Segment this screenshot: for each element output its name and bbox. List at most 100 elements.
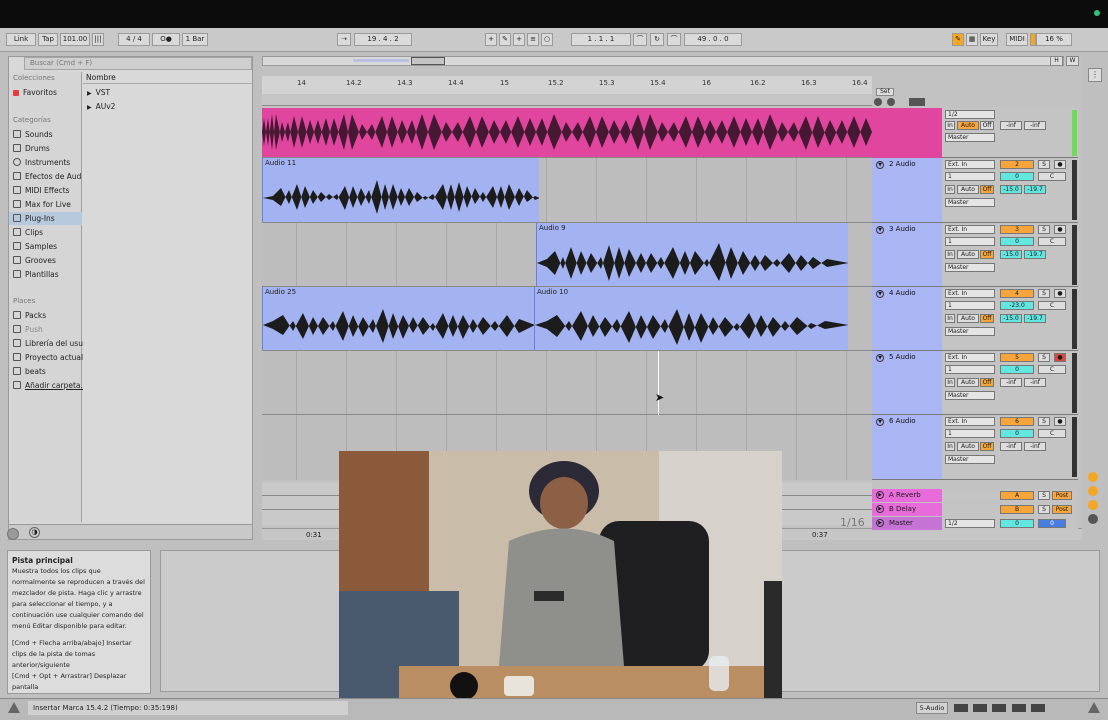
volume-field[interactable]: -23.0 (1000, 301, 1034, 310)
monitor-auto-button[interactable]: Auto (957, 185, 979, 194)
fold-icon[interactable]: ▶ (876, 519, 884, 527)
sidebar-item-drums[interactable]: Drums (13, 142, 50, 155)
key-map-button[interactable]: Key (980, 33, 998, 46)
loop-length-field[interactable]: 49 . 0 . 0 (684, 33, 742, 46)
input-channel-select[interactable]: 1/2 (945, 110, 995, 119)
next-locator-icon[interactable] (886, 98, 895, 106)
volume-field[interactable]: 0 (1000, 429, 1034, 438)
tap-button[interactable]: Tap (38, 33, 58, 46)
overview-bar[interactable] (262, 56, 1064, 66)
track-activator[interactable]: 2 (1000, 160, 1034, 169)
track-activator[interactable]: 4 (1000, 289, 1034, 298)
audio-clip[interactable]: Audio 10 (534, 287, 848, 350)
monitor-auto-button[interactable]: Auto (957, 442, 979, 451)
audio-clip[interactable]: Audio 9 (536, 223, 848, 286)
fold-icon[interactable]: ▼ (876, 418, 884, 426)
clip-view-icon[interactable] (1088, 472, 1098, 482)
solo-button[interactable]: S (1038, 505, 1050, 514)
capture-icon[interactable]: ≡ (527, 33, 539, 46)
fold-icon[interactable]: ▼ (876, 354, 884, 362)
input-type-select[interactable]: Ext. In (945, 160, 995, 169)
monitor-in-button[interactable]: In (945, 378, 955, 387)
track-lane-5[interactable]: ➤ (262, 351, 872, 415)
track-lane-top[interactable] (262, 108, 872, 158)
pan-field[interactable]: C (1038, 172, 1066, 181)
output-select[interactable]: Master (945, 263, 995, 272)
sidebar-item-samples[interactable]: Samples (13, 240, 57, 253)
session-record-icon[interactable]: + (513, 33, 525, 46)
quantize-select[interactable]: 1 Bar (182, 33, 208, 46)
pan-field[interactable]: C (1038, 301, 1066, 310)
sidebar-item-current-project[interactable]: Proyecto actual (13, 351, 83, 364)
monitor-auto-button[interactable]: Auto (957, 314, 979, 323)
track-activator[interactable]: 6 (1000, 417, 1034, 426)
audio-clip[interactable]: Audio 25 (262, 287, 534, 350)
monitor-off-button[interactable]: Off (980, 121, 994, 130)
track-header-5[interactable]: ▼ 5 Audio (872, 351, 942, 415)
song-position-field[interactable]: 19 . 4 . 2 (354, 33, 412, 46)
post-button[interactable]: Post (1052, 491, 1072, 500)
solo-button[interactable]: S (1038, 491, 1050, 500)
monitor-in-button[interactable]: In (945, 185, 955, 194)
list-item-auv2[interactable]: ▶ AUv2 (87, 100, 115, 113)
input-channel-select[interactable]: 1 (945, 429, 995, 438)
return-activator[interactable]: B (1000, 505, 1034, 514)
pan-field[interactable]: C (1038, 365, 1066, 374)
follow-icon[interactable]: ➝ (337, 33, 351, 46)
monitor-off-button[interactable]: Off (980, 442, 994, 451)
audio-clip[interactable]: Audio 11 (262, 158, 539, 222)
input-channel-select[interactable]: 1 (945, 365, 995, 374)
sidebar-item-beats[interactable]: beats (13, 365, 46, 378)
monitor-auto-button[interactable]: Auto (957, 378, 979, 387)
master-volume-field[interactable]: 0 (1000, 519, 1034, 528)
fold-icon[interactable]: ▼ (876, 161, 884, 169)
name-column-header[interactable]: Nombre (83, 72, 252, 84)
track-activator[interactable]: 3 (1000, 225, 1034, 234)
solo-button[interactable]: S (1038, 353, 1050, 362)
input-type-select[interactable]: Ext. In (945, 225, 995, 234)
selected-track-label[interactable]: 5-Audio (916, 702, 948, 714)
list-item-vst[interactable]: ▶ VST (87, 86, 110, 99)
sidebar-item-packs[interactable]: Packs (13, 309, 46, 322)
loop-start-field[interactable]: 1 . 1 . 1 (571, 33, 631, 46)
monitor-in-button[interactable]: In (945, 121, 955, 130)
output-select[interactable]: Master (945, 198, 995, 207)
w-toggle[interactable]: W (1066, 56, 1079, 66)
midi-map-button[interactable]: MIDI (1006, 33, 1028, 46)
solo-button[interactable]: S (1038, 160, 1050, 169)
overview-viewport[interactable] (411, 57, 445, 65)
sidebar-item-max-for-live[interactable]: Max for Live (13, 198, 71, 211)
sidebar-item-audio-effects[interactable]: Efectos de Aud (13, 170, 81, 183)
track-header-4[interactable]: ▼ 4 Audio (872, 287, 942, 351)
loop-switch-icon[interactable]: ↻ (650, 33, 664, 46)
master-channel-select[interactable]: 1/2 (945, 519, 995, 528)
sidebar-item-add-folder[interactable]: Añadir carpeta... (13, 379, 88, 392)
output-select[interactable]: Master (945, 327, 995, 336)
view-icon[interactable] (954, 704, 968, 712)
solo-button[interactable]: S (1038, 225, 1050, 234)
track-activator[interactable]: 5 (1000, 353, 1034, 362)
monitor-in-button[interactable]: In (945, 442, 955, 451)
punch-out-icon[interactable]: ⌒ (667, 33, 681, 46)
sidebar-item-templates[interactable]: Plantillas (13, 268, 59, 281)
arrangement-record-icon[interactable] (909, 98, 926, 106)
volume-field[interactable]: 0 (1000, 365, 1034, 374)
monitor-off-button[interactable]: Off (980, 185, 994, 194)
audio-clip-top[interactable] (262, 108, 872, 157)
io-toggle-icon[interactable] (1088, 486, 1098, 496)
arm-button[interactable]: ● (1054, 353, 1066, 362)
return-track-a[interactable]: ▶ A Reverb (872, 489, 942, 502)
view-icon[interactable] (1011, 704, 1026, 712)
pan-field[interactable]: C (1038, 237, 1066, 246)
punch-in-icon[interactable]: ⌒ (633, 33, 647, 46)
solo-button[interactable]: S (1038, 417, 1050, 426)
track-lanes[interactable]: Audio 11 Audio 9 Audio 25 Audio 10 ➤ (262, 108, 872, 480)
sidebar-item-instruments[interactable]: Instruments (13, 156, 70, 169)
link-button[interactable]: Link (6, 33, 36, 46)
beat-ruler[interactable]: 14 14.2 14.3 14.4 15 15.2 15.3 15.4 16 1… (262, 76, 872, 94)
keyboard-icon[interactable]: ▦ (966, 33, 978, 46)
sidebar-item-midi-effects[interactable]: MIDI Effects (13, 184, 70, 197)
session-view-icon[interactable]: ⋮ (1088, 68, 1102, 82)
fold-icon[interactable]: ▶ (876, 505, 884, 513)
info-toggle-icon[interactable] (7, 528, 19, 540)
